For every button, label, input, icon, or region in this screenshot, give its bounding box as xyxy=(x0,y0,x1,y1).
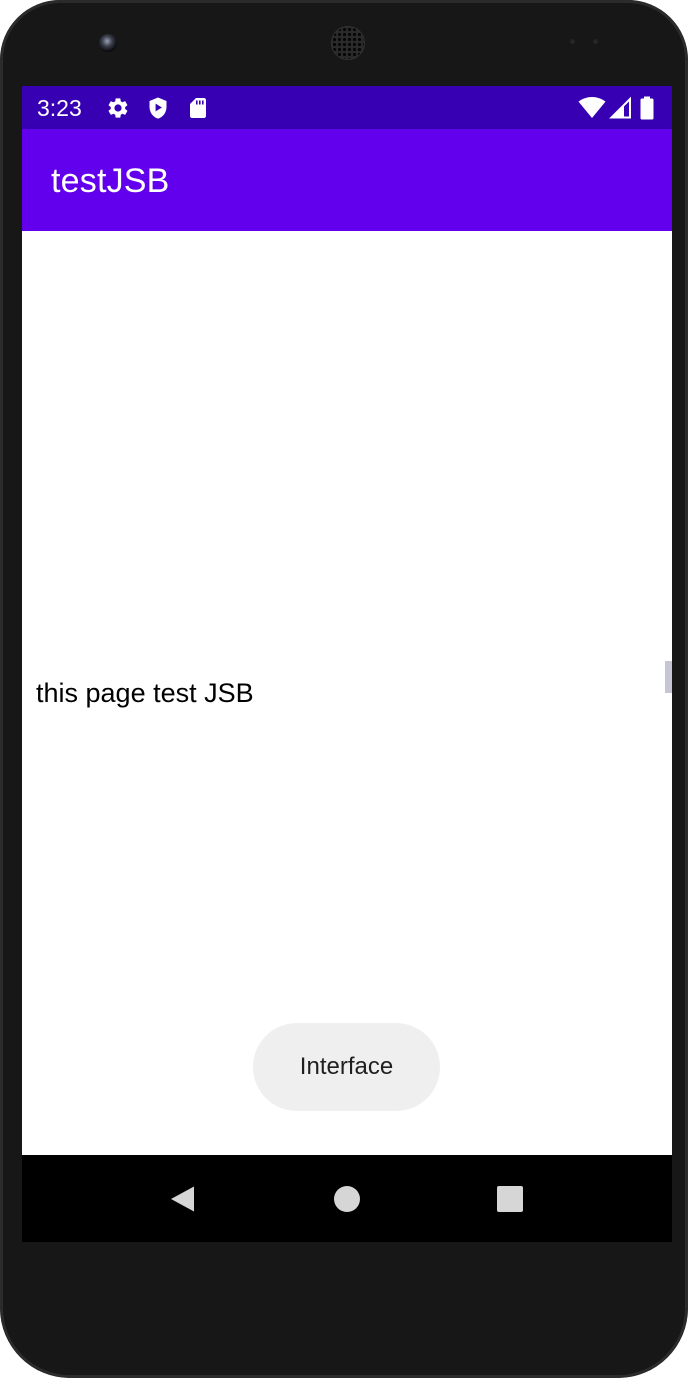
app-bar: testJSB xyxy=(22,129,672,231)
sd-card-icon xyxy=(186,96,210,120)
light-sensor xyxy=(593,39,598,44)
home-icon[interactable] xyxy=(331,1183,363,1215)
webview-content[interactable]: this page test JSB Interface xyxy=(22,231,672,1155)
shield-play-icon xyxy=(146,96,170,120)
gear-icon xyxy=(106,96,130,120)
battery-icon xyxy=(639,96,655,120)
app-title: testJSB xyxy=(51,162,170,200)
wifi-icon xyxy=(578,96,606,120)
back-icon[interactable] xyxy=(167,1183,199,1215)
interface-button[interactable]: Interface xyxy=(253,1023,440,1111)
cell-signal-icon xyxy=(609,96,633,120)
status-bar: 3:23 xyxy=(22,86,672,129)
proximity-sensor xyxy=(570,39,575,44)
phone-device-frame: 3:23 testJSB this page test JSB Interfac… xyxy=(0,0,688,1378)
recents-icon[interactable] xyxy=(494,1183,526,1215)
earpiece-speaker xyxy=(332,27,364,59)
screen: 3:23 testJSB this page test JSB Interfac… xyxy=(22,86,672,1242)
scrollbar-thumb[interactable] xyxy=(665,661,672,693)
front-camera xyxy=(99,34,117,52)
page-text: this page test JSB xyxy=(36,678,254,708)
navigation-bar xyxy=(22,1155,672,1242)
status-time: 3:23 xyxy=(37,95,82,121)
